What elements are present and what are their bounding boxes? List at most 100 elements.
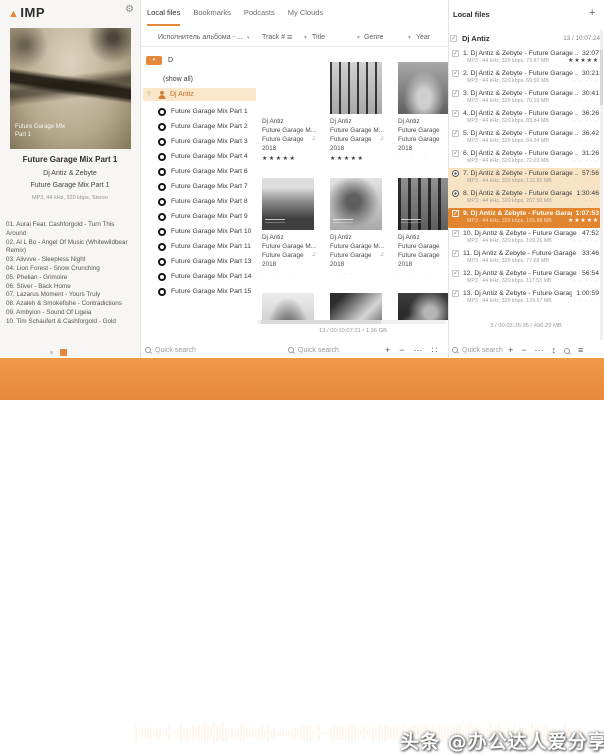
playlist-row[interactable]: 7. Dj Antiz & Zebyte - Future Garage ...… (448, 168, 601, 188)
album-card[interactable]: Dj AntizFuture Garage M...Future Garage♫… (330, 178, 386, 277)
track-rating[interactable]: · · · · · (574, 258, 599, 264)
album-card[interactable]: Dj AntizFuture Garage M...Future Garage♫… (262, 62, 318, 162)
tree-album-row[interactable]: Future Garage Mix Part 2 (158, 119, 258, 134)
play-button[interactable] (57, 720, 83, 746)
album-card[interactable] (330, 293, 386, 320)
track-rating[interactable]: · · · · · (574, 238, 599, 244)
tree-album-row[interactable]: Future Garage Mix Part 8 (158, 194, 258, 209)
track-checkbox[interactable]: ✓ (452, 110, 459, 117)
playlist-search-bar[interactable]: Quick search (452, 342, 510, 358)
tree-show-all[interactable]: (show all) (163, 76, 193, 83)
tab-bookmarks[interactable]: Bookmarks (193, 8, 231, 26)
playlist-search-placeholder[interactable]: Quick search (462, 347, 503, 354)
track-rating[interactable]: · · · · · (574, 278, 599, 284)
playlist-row[interactable]: ✓3. Dj Antiz & Zebyte - Future Garage ..… (448, 88, 601, 108)
playlist-row[interactable]: ✓9. Dj Antiz & Zebyte - Future Garage ..… (448, 208, 601, 228)
tab-podcasts[interactable]: Podcasts (244, 8, 275, 26)
card-rating[interactable]: · · · · · (398, 271, 448, 277)
playlist-row[interactable]: ✓11. Dj Antiz & Zebyte - Future Garage .… (448, 248, 601, 268)
playlist-group-header[interactable]: ✓ Dj Antiz 13 / 10:07:24 (450, 31, 600, 45)
album-card[interactable]: Dj AntizFuture Garage M...Future Garage♫… (262, 178, 318, 277)
repeat-icon[interactable] (65, 746, 76, 755)
column-track[interactable]: Track # (262, 34, 285, 41)
track-rating[interactable]: · · · · · (574, 118, 599, 124)
playlist-row[interactable]: ✓5. Dj Antiz & Zebyte - Future Garage ..… (448, 128, 601, 148)
search-icon[interactable] (564, 348, 570, 354)
track-checkbox[interactable]: ✓ (452, 250, 459, 257)
remove-icon[interactable]: − (521, 345, 526, 355)
album-card[interactable] (398, 293, 448, 320)
add-icon[interactable]: + (508, 345, 513, 355)
tree-album-row[interactable]: Future Garage Mix Part 1 (158, 104, 258, 119)
more-options-icon[interactable]: ⋯ (414, 345, 423, 356)
stop-button[interactable] (34, 728, 43, 737)
track-checkbox[interactable]: ✓ (452, 70, 459, 77)
grid-search-placeholder[interactable]: Quick search (298, 347, 339, 354)
new-playlist-icon[interactable]: + (589, 7, 595, 19)
scrollbar-thumb[interactable] (261, 320, 381, 324)
pause-button[interactable] (93, 727, 102, 738)
tree-album-row[interactable]: Future Garage Mix Part 15 (158, 284, 258, 299)
chevron-down-icon[interactable]: ▾ (247, 35, 250, 41)
tree-album-row[interactable]: Future Garage Mix Part 13 (158, 254, 258, 269)
vertical-scrollbar[interactable] (600, 30, 603, 340)
tree-search-bar[interactable]: Quick search (145, 342, 255, 358)
album-card-cover[interactable] (330, 178, 382, 230)
album-card[interactable] (262, 293, 318, 320)
tree-album-row[interactable]: Future Garage Mix Part 9 (158, 209, 258, 224)
tree-album-row[interactable]: Future Garage Mix Part 11 (158, 239, 258, 254)
scrollbar-thumb[interactable] (600, 50, 603, 105)
track-rating[interactable]: · · · · · (574, 98, 599, 104)
column-year[interactable]: Year (416, 34, 430, 41)
track-checkbox[interactable]: ✓ (452, 130, 459, 137)
album-card[interactable]: Dj AntizFuture Garage M...Future Garage♫… (330, 62, 386, 162)
album-card[interactable]: Dj AntizFuture GarageFuture Garage♫2018·… (398, 178, 448, 277)
track-checkbox[interactable]: ✓ (452, 50, 459, 57)
tree-artist-row[interactable]: ▽ Dj Antiz (143, 88, 256, 101)
add-icon[interactable]: + (385, 345, 390, 355)
queue-circle-icon[interactable] (452, 190, 459, 197)
tree-album-row[interactable]: Future Garage Mix Part 4 (158, 149, 258, 164)
column-group-by[interactable]: Исполнитель альбома - ... (158, 34, 243, 41)
playlist-row[interactable]: 8. Dj Antiz & Zebyte - Future Garage ...… (448, 188, 601, 208)
track-rating[interactable]: · · · · · (574, 158, 599, 164)
album-card-cover[interactable] (330, 62, 382, 114)
remove-icon[interactable]: − (399, 345, 404, 355)
menu-hamburger-icon[interactable]: ≡ (578, 345, 583, 355)
card-rating[interactable]: · · · · · (262, 271, 318, 277)
album-card-cover[interactable] (262, 293, 314, 320)
album-card[interactable]: Dj AntizFuture GarageFuture Garage♫2018·… (398, 62, 448, 162)
pager-active-square[interactable] (60, 349, 67, 356)
card-rating[interactable]: ★★★★★ (330, 155, 386, 162)
column-genre[interactable]: Genre (364, 34, 383, 41)
track-checkbox[interactable]: ✓ (452, 270, 459, 277)
track-checkbox[interactable]: ✓ (452, 230, 459, 237)
album-card-cover[interactable] (398, 178, 448, 230)
filter-funnel-icon[interactable]: ▼ (356, 35, 361, 41)
track-rating[interactable]: · · · · · (574, 138, 599, 144)
track-checkbox[interactable]: ✓ (452, 290, 459, 297)
grid-search-bar[interactable]: Quick search (288, 342, 388, 358)
volume-knob[interactable] (178, 748, 185, 755)
group-checkbox[interactable]: ✓ (450, 35, 457, 42)
horizontal-scrollbar[interactable] (258, 320, 446, 324)
volume-speaker-icon[interactable] (140, 746, 148, 755)
card-rating[interactable]: · · · · · (330, 271, 386, 277)
view-grid-icon[interactable]: ∷ (432, 345, 438, 356)
previous-button[interactable] (8, 727, 20, 737)
tree-album-row[interactable]: Future Garage Mix Part 7 (158, 179, 258, 194)
menu-hamburger-icon[interactable]: ≡ (287, 32, 292, 42)
album-card-cover[interactable] (330, 293, 382, 320)
filter-funnel-icon[interactable]: ▼ (303, 35, 308, 41)
expander-icon[interactable]: ▽ (147, 91, 151, 97)
playlist-row[interactable]: ✓12. Dj Antiz & Zebyte - Future Garage .… (448, 268, 601, 288)
column-title[interactable]: Title (312, 34, 325, 41)
playlist-row[interactable]: ✓10. Dj Antiz & Zebyte - Future Garage .… (448, 228, 601, 248)
tree-album-row[interactable]: Future Garage Mix Part 10 (158, 224, 258, 239)
album-card-cover[interactable] (262, 62, 314, 114)
crossfade-icon[interactable] (96, 746, 108, 755)
playlist-tab[interactable]: Local files (453, 10, 490, 19)
tree-search-placeholder[interactable]: Quick search (155, 347, 196, 354)
album-card-cover[interactable] (398, 62, 448, 114)
album-art[interactable]: Future Garage Mix Part 1 (10, 28, 131, 149)
